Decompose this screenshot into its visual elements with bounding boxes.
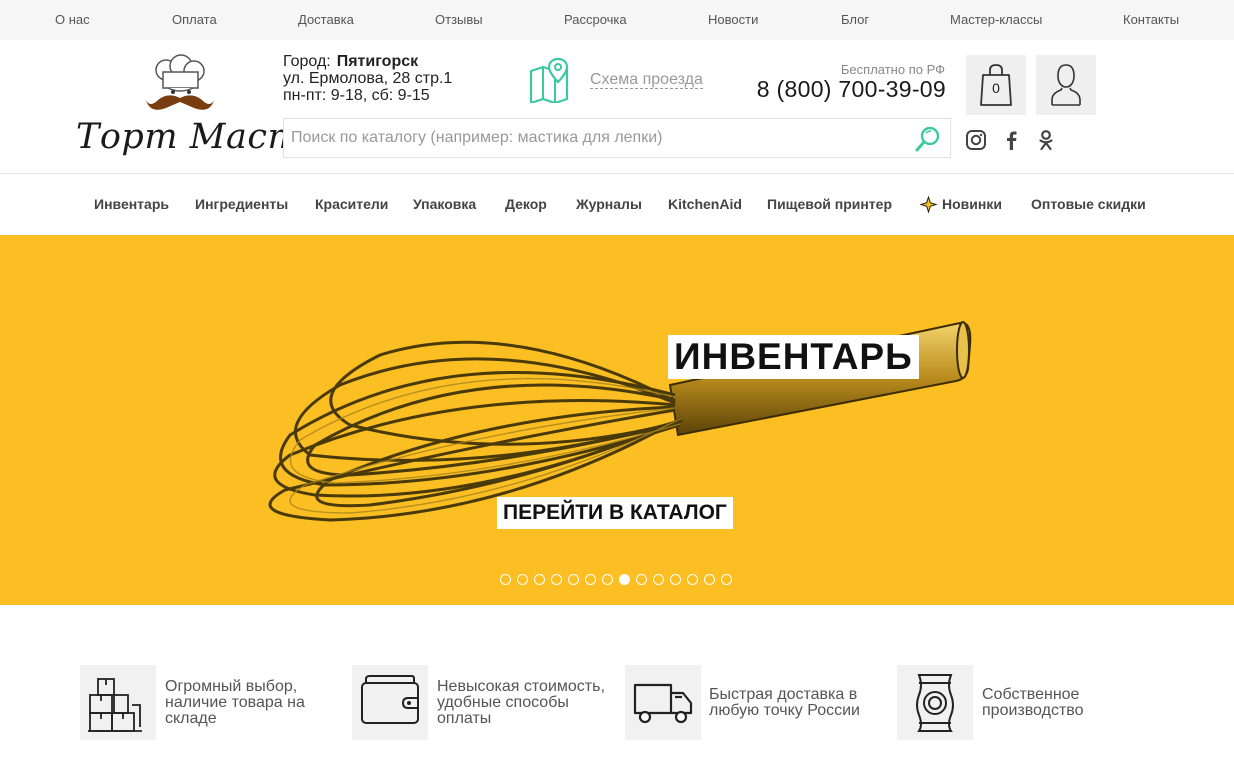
top-nav-news[interactable]: Новости xyxy=(708,12,758,27)
carousel-dot[interactable] xyxy=(517,574,528,585)
category-packaging[interactable]: Упаковка xyxy=(413,196,476,212)
top-nav-bar: О нас Оплата Доставка Отзывы Рассрочка Н… xyxy=(0,0,1234,40)
chef-mustache-logo-icon xyxy=(146,54,214,110)
carousel-dot[interactable] xyxy=(551,574,562,585)
category-decor[interactable]: Декор xyxy=(505,196,547,212)
carousel-dot[interactable] xyxy=(568,574,579,585)
category-ingredients[interactable]: Ингредиенты xyxy=(195,196,288,212)
top-nav-reviews[interactable]: Отзывы xyxy=(435,12,483,27)
category-wholesale[interactable]: Оптовые скидки xyxy=(1031,196,1146,212)
category-nav: Инвентарь Ингредиенты Красители Упаковка… xyxy=(0,173,1234,235)
feature-icon-box xyxy=(80,665,156,740)
city-selector[interactable]: Город: Пятигорск xyxy=(283,54,418,70)
carousel-dot[interactable] xyxy=(619,574,630,585)
city-label: Город: xyxy=(283,53,331,70)
feature-text-3: Быстрая доставка в любую точку России xyxy=(709,686,860,719)
search-input[interactable] xyxy=(284,119,904,157)
carousel-dot[interactable] xyxy=(721,574,732,585)
top-nav-installments[interactable]: Рассрочка xyxy=(564,12,627,27)
catalog-search xyxy=(283,118,951,158)
category-colorants[interactable]: Красители xyxy=(315,196,388,212)
boxes-icon xyxy=(88,678,142,732)
feature-text-1: Огромный выбор, наличие товара на складе xyxy=(165,678,305,727)
carousel-dot[interactable] xyxy=(500,574,511,585)
user-icon xyxy=(1051,64,1081,106)
category-inventory[interactable]: Инвентарь xyxy=(94,196,169,212)
carousel-dot[interactable] xyxy=(704,574,715,585)
phone-number[interactable]: 8 (800) 700-39-09 xyxy=(752,76,946,103)
carousel-dot[interactable] xyxy=(653,574,664,585)
carousel-dot[interactable] xyxy=(585,574,596,585)
feature-icon-box xyxy=(352,665,428,740)
odnoklassniki-icon[interactable] xyxy=(1035,129,1057,151)
top-nav-delivery[interactable]: Доставка xyxy=(298,12,354,27)
user-account-button[interactable] xyxy=(1036,55,1096,115)
banner-cta-button[interactable]: ПЕРЕЙТИ В КАТАЛОГ xyxy=(497,497,733,529)
cart-count: 0 xyxy=(992,80,1000,96)
cart-button[interactable]: 0 xyxy=(966,55,1026,115)
category-new[interactable]: Новинки xyxy=(942,196,1002,212)
store-address: ул. Ермолова, 28 стр.1 xyxy=(283,70,453,87)
free-call-label: Бесплатно по РФ xyxy=(840,62,945,77)
top-nav-master-classes[interactable]: Мастер-классы xyxy=(950,12,1042,27)
map-pin-icon[interactable] xyxy=(528,57,576,103)
banner-title: ИНВЕНТАРЬ xyxy=(668,335,919,379)
top-nav-payment[interactable]: Оплата xyxy=(172,12,217,27)
truck-icon xyxy=(633,683,693,724)
store-hours: пн-пт: 9-18, сб: 9-15 xyxy=(283,87,430,104)
search-icon[interactable] xyxy=(914,125,942,153)
top-nav-contacts[interactable]: Контакты xyxy=(1123,12,1179,27)
feature-icon-box xyxy=(897,665,973,740)
hero-banner[interactable]: ИНВЕНТАРЬ ПЕРЕЙТИ В КАТАЛОГ xyxy=(0,235,1234,605)
top-nav-blog[interactable]: Блог xyxy=(841,12,869,27)
carousel-dot[interactable] xyxy=(602,574,613,585)
carousel-dot[interactable] xyxy=(534,574,545,585)
package-icon xyxy=(916,674,954,732)
sparkle-star-icon xyxy=(920,196,937,213)
feature-text-2: Невысокая стоимость, удобные способы опл… xyxy=(437,678,605,727)
feature-icon-box xyxy=(625,665,701,740)
facebook-icon[interactable] xyxy=(1000,129,1022,151)
carousel-dot[interactable] xyxy=(670,574,681,585)
category-magazines[interactable]: Журналы xyxy=(576,196,642,212)
wallet-icon xyxy=(361,675,419,724)
instagram-icon[interactable] xyxy=(965,129,987,151)
store-address-block: ул. Ермолова, 28 стр.1 пн-пт: 9-18, сб: … xyxy=(283,70,452,104)
category-food-printer[interactable]: Пищевой принтер xyxy=(767,196,892,212)
city-name[interactable]: Пятигорск xyxy=(337,53,418,70)
top-nav-about[interactable]: О нас xyxy=(55,12,90,27)
category-kitchenaid[interactable]: KitchenAid xyxy=(668,196,742,212)
carousel-dot[interactable] xyxy=(636,574,647,585)
feature-text-4: Собственное производство xyxy=(982,686,1084,719)
carousel-dot[interactable] xyxy=(687,574,698,585)
directions-link[interactable]: Схема проезда xyxy=(590,71,703,89)
